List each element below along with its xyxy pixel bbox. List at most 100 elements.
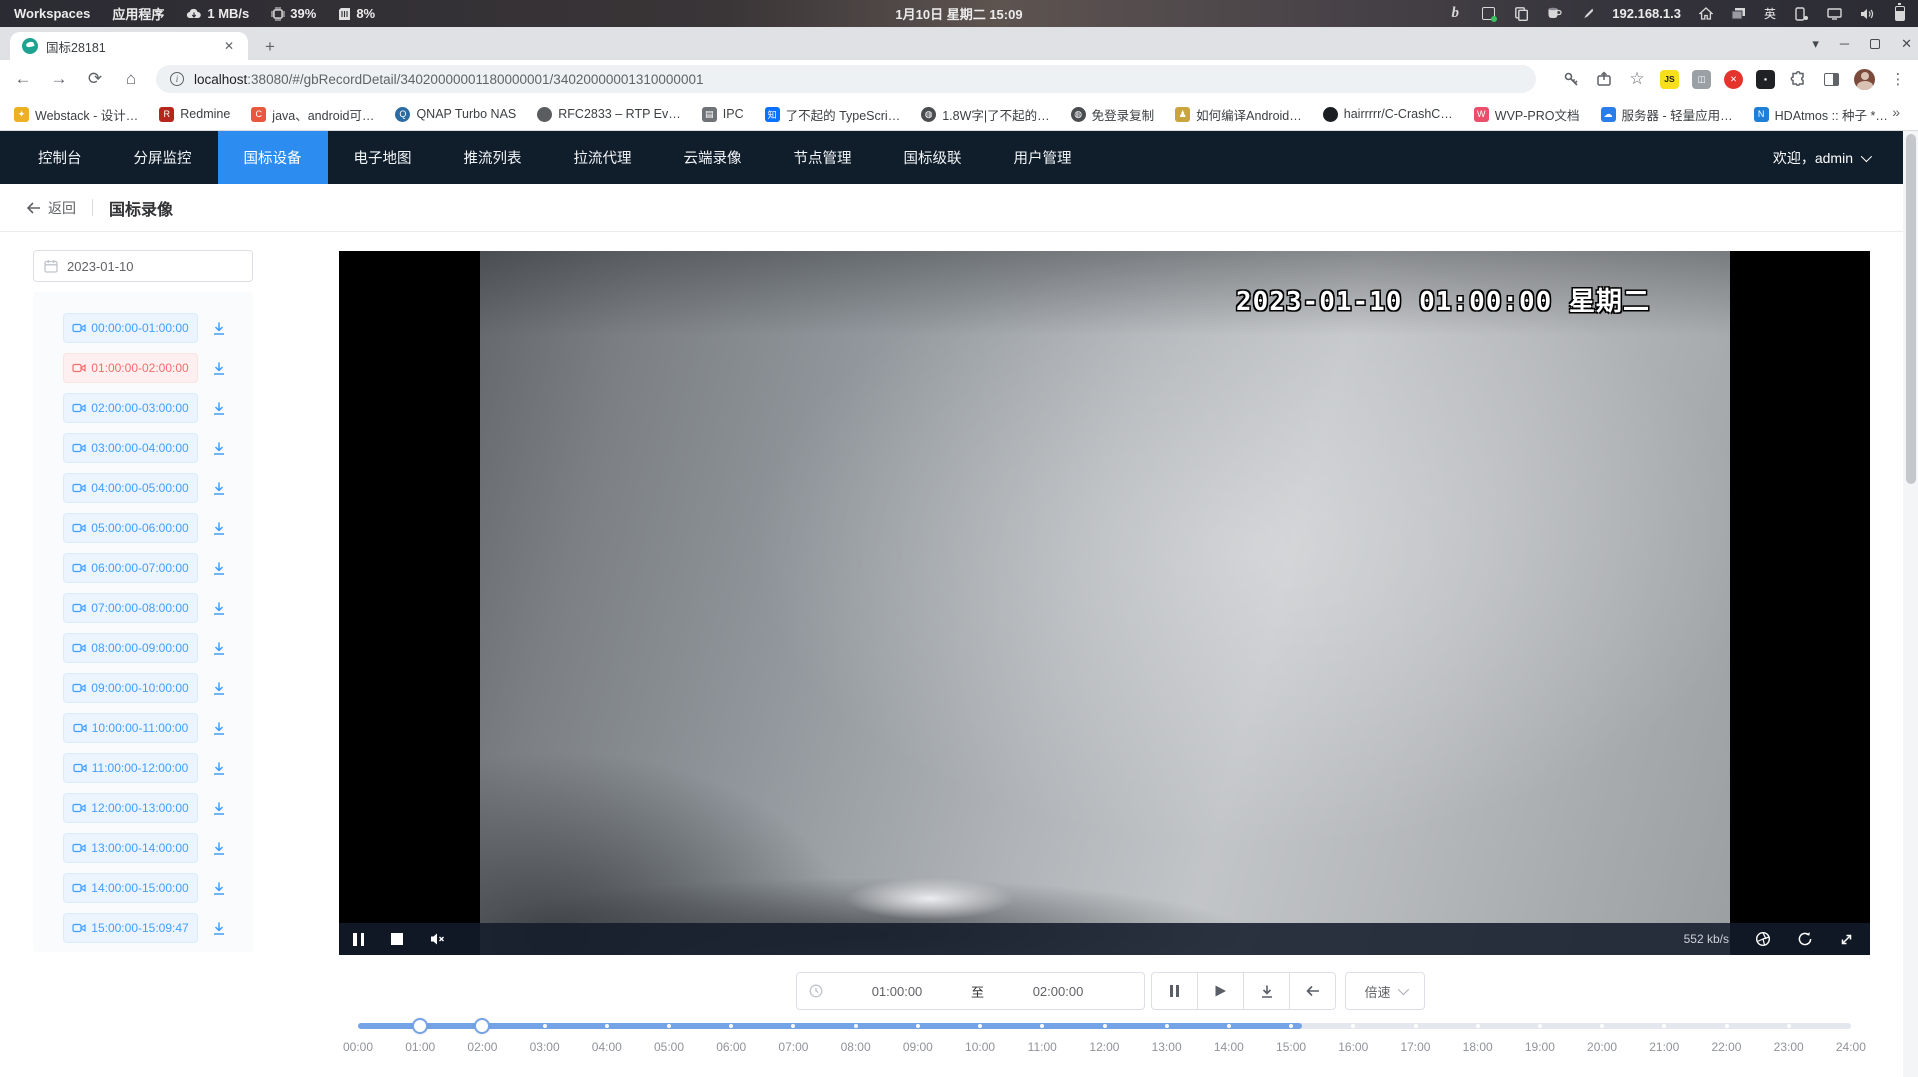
download-icon[interactable] <box>211 521 227 536</box>
refresh-icon[interactable] <box>1797 931 1813 947</box>
recording-segment-button[interactable]: 14:00:00-15:00:00 <box>63 873 198 903</box>
download-icon[interactable] <box>211 921 227 936</box>
end-time-value[interactable]: 02:00:00 <box>984 984 1132 999</box>
timeline-handle[interactable] <box>474 1018 490 1034</box>
battery-tray-icon[interactable] <box>1892 6 1908 22</box>
browser-menu-icon[interactable]: ⋮ <box>1888 69 1908 89</box>
volume-tray-icon[interactable] <box>1859 6 1875 22</box>
download-icon[interactable] <box>211 841 227 856</box>
address-bar[interactable]: i localhost:38080/#/gbRecordDetail/34020… <box>156 65 1536 93</box>
side-panel-icon[interactable] <box>1821 69 1841 89</box>
tray-app-icon[interactable]: b <box>1447 6 1463 22</box>
recording-segment-button[interactable]: 12:00:00-13:00:00 <box>63 793 198 823</box>
download-icon[interactable] <box>211 721 227 736</box>
browser-tab[interactable]: 国标28181 ✕ <box>10 32 248 60</box>
recording-segment-button[interactable]: 02:00:00-03:00:00 <box>63 393 198 423</box>
window-close-button[interactable]: ✕ <box>1901 36 1912 52</box>
recording-segment-button[interactable]: 04:00:00-05:00:00 <box>63 473 198 503</box>
recording-segment-button[interactable]: 11:00:00-12:00:00 <box>63 753 198 783</box>
pen-tray-icon[interactable] <box>1579 6 1595 22</box>
recording-segment-button[interactable]: 06:00:00-07:00:00 <box>63 553 198 583</box>
recording-segment-button[interactable]: 05:00:00-06:00:00 <box>63 513 198 543</box>
new-tab-button[interactable]: + <box>258 35 282 59</box>
workspace-switcher-icon[interactable] <box>1731 6 1747 22</box>
bookmark-item[interactable]: ♟ 如何编译Android… <box>1175 105 1302 124</box>
nav-tab[interactable]: 用户管理 <box>988 131 1098 184</box>
timeline-track[interactable] <box>358 1023 1851 1029</box>
bookmarks-overflow-chevron[interactable]: » <box>1892 104 1908 120</box>
play-button[interactable] <box>1197 972 1244 1010</box>
forward-button[interactable]: → <box>46 66 72 92</box>
download-icon[interactable] <box>211 561 227 576</box>
seek-back-button[interactable] <box>1289 972 1336 1010</box>
download-icon[interactable] <box>211 361 227 376</box>
timeline-handle[interactable] <box>412 1018 428 1034</box>
nav-tab[interactable]: 电子地图 <box>328 131 438 184</box>
download-icon[interactable] <box>211 761 227 776</box>
recording-segment-button[interactable]: 03:00:00-04:00:00 <box>63 433 198 463</box>
home-button[interactable]: ⌂ <box>118 66 144 92</box>
extension-icon[interactable]: ✕ <box>1724 70 1743 89</box>
user-menu[interactable]: 欢迎，admin <box>1773 131 1903 184</box>
date-picker-input[interactable]: 2023-01-10 <box>33 250 253 282</box>
memory-usage-indicator[interactable]: 8% <box>338 6 375 21</box>
nav-tab[interactable]: 拉流代理 <box>548 131 658 184</box>
network-speed-indicator[interactable]: 1 MB/s <box>186 6 249 21</box>
recording-segment-button[interactable]: 00:00:00-01:00:00 <box>63 313 198 343</box>
download-icon[interactable] <box>211 401 227 416</box>
bookmark-item[interactable]: N HDAtmos :: 种子 *… <box>1754 105 1888 124</box>
nav-tab[interactable]: 控制台 <box>12 131 108 184</box>
tray-window-icon[interactable] <box>1480 6 1496 22</box>
back-link[interactable]: 返回 <box>26 198 76 218</box>
bookmark-star-icon[interactable]: ☆ <box>1627 69 1647 89</box>
ip-address[interactable]: 192.168.1.3 <box>1612 6 1681 21</box>
clipboard-tray-icon[interactable] <box>1513 6 1529 22</box>
bookmark-item[interactable]: ☁ 服务器 - 轻量应用… <box>1601 105 1733 124</box>
nav-tab[interactable]: 节点管理 <box>768 131 878 184</box>
back-button[interactable]: ← <box>10 66 36 92</box>
applications-button[interactable]: 应用程序 <box>112 4 164 23</box>
page-scrollbar[interactable] <box>1903 131 1918 1077</box>
nav-tab[interactable]: 推流列表 <box>438 131 548 184</box>
cpu-usage-indicator[interactable]: 39% <box>271 6 316 21</box>
bookmark-item[interactable]: ◍ 1.8W字|了不起的… <box>921 105 1049 124</box>
profile-avatar[interactable] <box>1854 69 1875 90</box>
coffee-tray-icon[interactable] <box>1546 6 1562 22</box>
bookmark-item[interactable]: 知 了不起的 TypeScri… <box>765 105 901 124</box>
download-icon[interactable] <box>211 601 227 616</box>
bookmark-item[interactable]: hairrrrr/C-CrashC… <box>1323 107 1453 122</box>
site-info-icon[interactable]: i <box>170 72 184 86</box>
download-icon[interactable] <box>211 441 227 456</box>
bookmark-item[interactable]: ◍ 免登录复制 <box>1071 105 1155 124</box>
download-icon[interactable] <box>211 641 227 656</box>
extension-icon[interactable]: ◫ <box>1692 70 1711 89</box>
tab-close-icon[interactable]: ✕ <box>220 37 238 55</box>
window-minimize-button[interactable]: ─ <box>1840 36 1849 51</box>
bookmark-item[interactable]: W WVP-PRO文档 <box>1474 105 1580 124</box>
recording-segment-button[interactable]: 15:00:00-15:09:47 <box>63 913 198 943</box>
download-icon[interactable] <box>211 801 227 816</box>
download-icon[interactable] <box>211 321 227 336</box>
download-icon[interactable] <box>211 881 227 896</box>
nav-tab[interactable]: 云端录像 <box>658 131 768 184</box>
bookmark-item[interactable]: Q QNAP Turbo NAS <box>395 107 516 122</box>
workspaces-button[interactable]: Workspaces <box>14 6 90 21</box>
display-tray-icon[interactable] <box>1826 6 1842 22</box>
nav-tab[interactable]: 分屏监控 <box>108 131 218 184</box>
recording-segment-button[interactable]: 13:00:00-14:00:00 <box>63 833 198 863</box>
recording-segment-button[interactable]: 10:00:00-11:00:00 <box>63 713 198 743</box>
nav-tab[interactable]: 国标级联 <box>878 131 988 184</box>
download-record-button[interactable] <box>1243 972 1290 1010</box>
home-tray-icon[interactable] <box>1698 6 1714 22</box>
pause-button[interactable] <box>1151 972 1198 1010</box>
password-key-icon[interactable] <box>1561 69 1581 89</box>
bookmark-item[interactable]: ✦ Webstack - 设计… <box>14 105 138 124</box>
speed-dropdown[interactable]: 倍速 <box>1345 972 1425 1010</box>
recording-segment-button[interactable]: 08:00:00-09:00:00 <box>63 633 198 663</box>
share-icon[interactable] <box>1594 69 1614 89</box>
player-pause-icon[interactable] <box>353 933 364 946</box>
recording-segment-button[interactable]: 01:00:00-02:00:00 <box>63 353 198 383</box>
download-icon[interactable] <box>211 681 227 696</box>
bookmark-item[interactable]: R Redmine <box>159 107 230 122</box>
scrollbar-thumb[interactable] <box>1906 134 1916 484</box>
